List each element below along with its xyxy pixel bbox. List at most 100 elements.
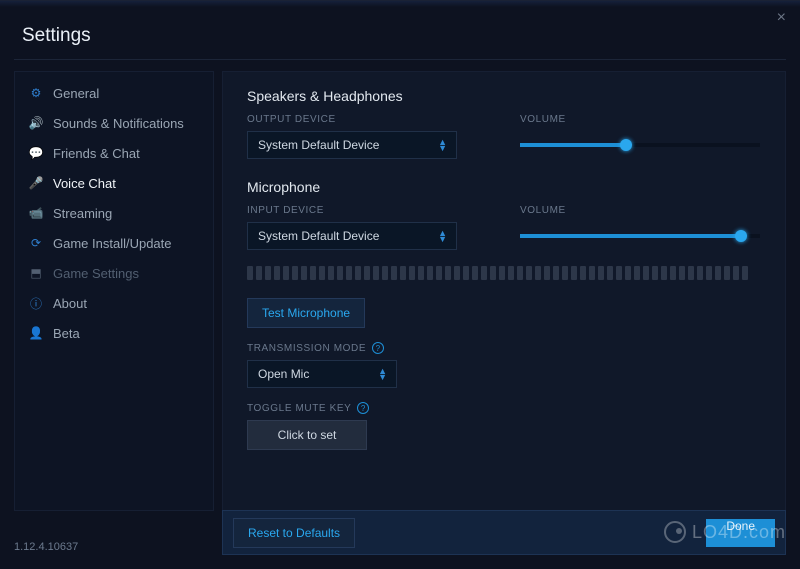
chevron-updown-icon: ▲▼ (438, 139, 446, 151)
level-segment (463, 266, 469, 280)
toggle-mute-key-button[interactable]: Click to set (247, 420, 367, 450)
level-segment (292, 266, 298, 280)
level-segment (499, 266, 505, 280)
level-segment (616, 266, 622, 280)
sidebar-item-label: About (53, 296, 87, 311)
level-segment (643, 266, 649, 280)
sidebar-item-label: Game Settings (53, 266, 139, 281)
speakers-section-title: Speakers & Headphones (247, 88, 761, 104)
input-device-label: INPUT DEVICE (247, 205, 488, 216)
level-segment (436, 266, 442, 280)
transmission-mode-select[interactable]: Open Mic ▲▼ (247, 360, 397, 388)
input-device-value: System Default Device (258, 229, 379, 243)
page-title: Settings (22, 25, 91, 47)
microphone-section-title: Microphone (247, 179, 761, 195)
header-divider (14, 59, 786, 60)
level-segment (247, 266, 253, 280)
close-icon[interactable]: × (777, 9, 786, 27)
chevron-updown-icon: ▲▼ (378, 368, 386, 380)
microphone-volume-slider[interactable] (520, 222, 760, 250)
sidebar-item-label: Sounds & Notifications (53, 116, 184, 131)
level-segment (508, 266, 514, 280)
level-segment (580, 266, 586, 280)
output-device-select[interactable]: System Default Device ▲▼ (247, 131, 457, 159)
level-segment (283, 266, 289, 280)
level-segment (553, 266, 559, 280)
done-button[interactable]: Done (706, 519, 775, 547)
level-segment (697, 266, 703, 280)
sidebar-item-label: Voice Chat (53, 176, 116, 191)
level-segment (526, 266, 532, 280)
test-microphone-button[interactable]: Test Microphone (247, 298, 365, 328)
sidebar-item-label: Streaming (53, 206, 112, 221)
input-device-select[interactable]: System Default Device ▲▼ (247, 222, 457, 250)
sidebar-item-game-settings[interactable]: ⬒ Game Settings (15, 258, 213, 288)
help-icon[interactable]: ? (372, 342, 384, 354)
level-segment (571, 266, 577, 280)
settings-window: × Settings ⚙ General 🔊 Sounds & Notifica… (0, 0, 800, 569)
level-segment (265, 266, 271, 280)
sidebar-item-about[interactable]: ⓘ About (15, 288, 213, 318)
level-segment (607, 266, 613, 280)
sidebar-item-game-install[interactable]: ⟳ Game Install/Update (15, 228, 213, 258)
sidebar-item-beta[interactable]: 👤 Beta (15, 318, 213, 348)
level-segment (742, 266, 748, 280)
camera-icon: 📹 (29, 206, 43, 220)
sidebar: ⚙ General 🔊 Sounds & Notifications 💬 Fri… (14, 71, 214, 511)
level-segment (382, 266, 388, 280)
sidebar-item-voice-chat[interactable]: 🎤 Voice Chat (15, 168, 213, 198)
sidebar-item-friends[interactable]: 💬 Friends & Chat (15, 138, 213, 168)
level-segment (481, 266, 487, 280)
level-segment (427, 266, 433, 280)
level-segment (598, 266, 604, 280)
level-segment (490, 266, 496, 280)
level-segment (733, 266, 739, 280)
sidebar-item-label: Friends & Chat (53, 146, 140, 161)
level-segment (517, 266, 523, 280)
level-segment (301, 266, 307, 280)
level-segment (355, 266, 361, 280)
microphone-icon: 🎤 (29, 176, 43, 190)
level-segment (391, 266, 397, 280)
level-segment (661, 266, 667, 280)
microphone-level-meter (247, 266, 761, 280)
level-segment (337, 266, 343, 280)
version-label: 1.12.4.10637 (14, 541, 78, 553)
level-segment (544, 266, 550, 280)
transmission-mode-value: Open Mic (258, 367, 309, 381)
speaker-icon: 🔊 (29, 116, 43, 130)
transmission-mode-label: TRANSMISSION MODE ? (247, 342, 761, 354)
level-segment (589, 266, 595, 280)
speakers-volume-slider[interactable] (520, 131, 760, 159)
chevron-updown-icon: ▲▼ (438, 230, 446, 242)
toggle-mute-label: TOGGLE MUTE KEY ? (247, 402, 761, 414)
sidebar-item-general[interactable]: ⚙ General (15, 78, 213, 108)
level-segment (274, 266, 280, 280)
level-segment (409, 266, 415, 280)
titlebar-accent (0, 1, 800, 7)
level-segment (400, 266, 406, 280)
level-segment (706, 266, 712, 280)
level-segment (454, 266, 460, 280)
level-segment (418, 266, 424, 280)
level-segment (364, 266, 370, 280)
grid-icon: ⬒ (29, 266, 43, 280)
sidebar-item-streaming[interactable]: 📹 Streaming (15, 198, 213, 228)
level-segment (715, 266, 721, 280)
level-segment (373, 266, 379, 280)
level-segment (346, 266, 352, 280)
level-segment (472, 266, 478, 280)
reset-to-defaults-button[interactable]: Reset to Defaults (233, 518, 355, 548)
info-icon: ⓘ (29, 296, 43, 310)
level-segment (625, 266, 631, 280)
level-segment (724, 266, 730, 280)
main-panel: Speakers & Headphones OUTPUT DEVICE Syst… (222, 71, 786, 511)
microphone-volume-label: VOLUME (520, 205, 761, 216)
sidebar-item-label: General (53, 86, 99, 101)
help-icon[interactable]: ? (357, 402, 369, 414)
level-segment (634, 266, 640, 280)
output-device-value: System Default Device (258, 138, 379, 152)
level-segment (652, 266, 658, 280)
sidebar-item-sounds[interactable]: 🔊 Sounds & Notifications (15, 108, 213, 138)
level-segment (328, 266, 334, 280)
